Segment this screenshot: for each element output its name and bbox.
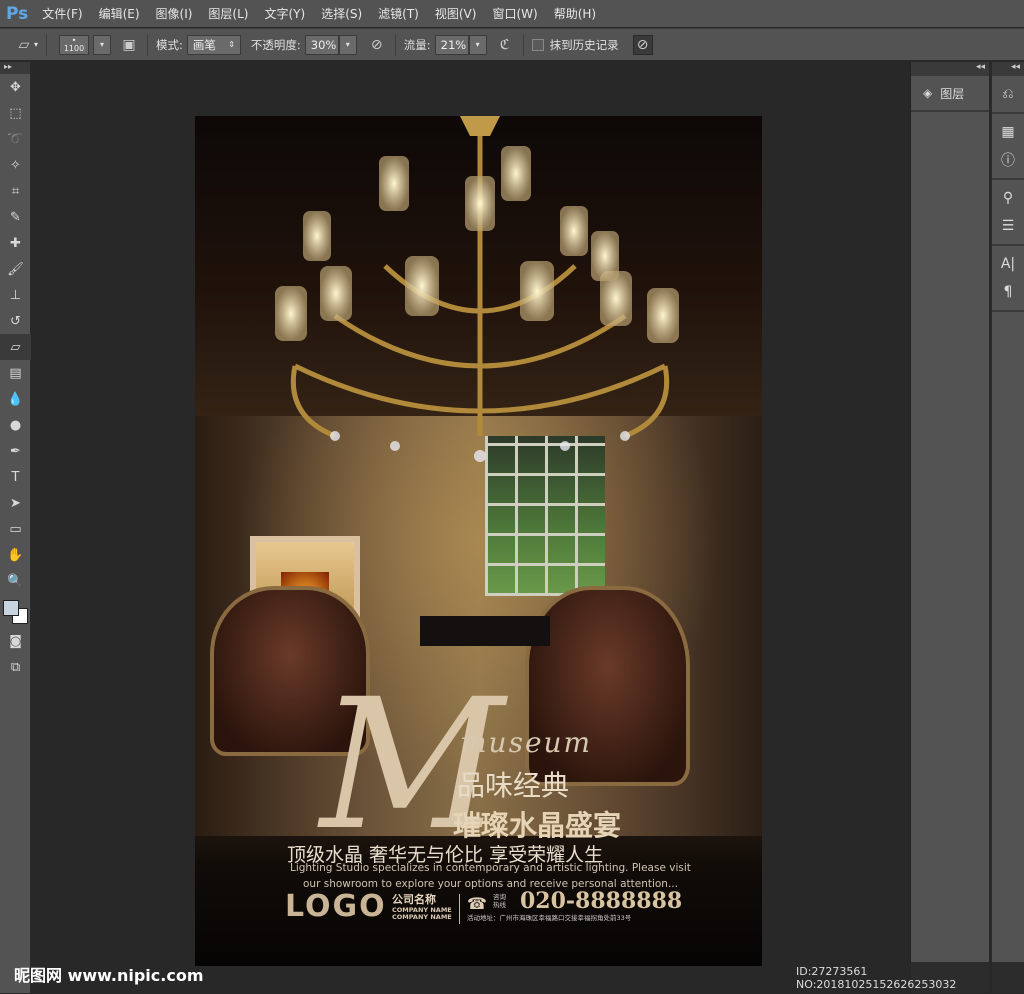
hotline-label: 咨询热线 (493, 893, 506, 909)
menu-type[interactable]: 文字(Y) (264, 5, 305, 22)
brush-icon[interactable]: 🖌 (0, 256, 31, 282)
layers-panel: ◂◂ ◈ 图层 (910, 62, 989, 993)
poster-museum: museum (460, 726, 593, 759)
watermark-site: 昵图网 www.nipic.com (14, 966, 204, 985)
menu-select[interactable]: 选择(S) (321, 5, 362, 22)
dodge-icon[interactable]: ● (0, 412, 31, 438)
pen-icon[interactable]: ✒ (0, 438, 31, 464)
menu-layer[interactable]: 图层(L) (208, 5, 248, 22)
brush-size-picker[interactable]: • 1100 (59, 34, 90, 55)
opacity-input[interactable]: 30% (304, 34, 339, 55)
poster-desc-1: Lighting Studio specializes in contempor… (290, 862, 691, 874)
menu-view[interactable]: 视图(V) (435, 5, 477, 22)
mode-label: 模式: (156, 37, 183, 52)
document-canvas[interactable]: M museum 品味经典 璀璨水晶盛宴 顶级水晶 奢华无与伦比 享受荣耀人生 … (195, 116, 762, 966)
flow-label: 流量: (403, 37, 431, 52)
quick-mask-icon[interactable]: ◙ (0, 628, 31, 654)
brush-dropdown[interactable]: ▾ (93, 34, 112, 55)
hand-icon[interactable]: ✋ (0, 542, 31, 568)
path-select-icon[interactable]: ➤ (0, 490, 31, 516)
company-name: 公司名称 COMPANY NAME COMPANY NAME (392, 893, 452, 921)
menu-edit[interactable]: 编辑(E) (99, 5, 140, 22)
zoom-icon[interactable]: 🔍 (0, 568, 31, 594)
brush-presets-icon[interactable]: ⚲ (992, 184, 1024, 212)
character-icon[interactable]: A| (992, 250, 1024, 278)
blur-icon[interactable]: 💧 (0, 386, 31, 412)
menu-file[interactable]: 文件(F) (42, 5, 82, 22)
opacity-dropdown[interactable]: ▾ (338, 34, 357, 55)
screen-mode-icon[interactable]: ⧉ (0, 654, 31, 680)
color-swatches[interactable] (0, 594, 30, 628)
crop-icon[interactable]: ⌗ (0, 178, 31, 204)
eraser-icon[interactable]: ▱ (14, 35, 34, 55)
menu-filter[interactable]: 滤镜(T) (378, 5, 419, 22)
mode-select[interactable]: 画笔 ⇕ (186, 34, 241, 55)
flow-input[interactable]: 21% (434, 34, 469, 55)
eyedropper-icon[interactable]: ✎ (0, 204, 31, 230)
phone-icon: ☎ (467, 894, 487, 913)
menu-image[interactable]: 图像(I) (156, 5, 193, 22)
address: 活动地址：广州市海珠区幸福路口交接幸福拐角处前33号 (467, 914, 632, 922)
magic-wand-icon[interactable]: ✧ (0, 152, 31, 178)
layers-icon: ◈ (923, 86, 933, 100)
info-icon[interactable]: ⓘ (992, 146, 1024, 174)
shape-icon[interactable]: ▭ (0, 516, 31, 542)
history-icon[interactable]: ⎌ (992, 80, 1024, 108)
collapse-icon[interactable]: ◂◂ (911, 62, 989, 76)
opacity-label: 不透明度: (250, 37, 301, 52)
lasso-icon[interactable]: ➰ (0, 126, 31, 152)
menu-window[interactable]: 窗口(W) (492, 5, 537, 22)
marquee-icon[interactable]: ⬚ (0, 100, 31, 126)
stamp-icon[interactable]: ⊥ (0, 282, 31, 308)
menu-bar: Ps 文件(F) 编辑(E) 图像(I) 图层(L) 文字(Y) 选择(S) 滤… (0, 0, 1024, 27)
brush-settings-icon[interactable]: ☰ (992, 212, 1024, 240)
collapse-icon[interactable]: ◂◂ (992, 62, 1024, 76)
properties-icon[interactable]: ▦ (992, 118, 1024, 146)
chandelier-image (275, 116, 679, 462)
phone-number: 020-8888888 (520, 888, 683, 914)
options-bar: ▱ ▾ • 1100 ▾ ▣ 模式: 画笔 ⇕ 不透明度: 30% ▾ ⊘ 流量: … (0, 28, 1024, 61)
gradient-icon[interactable]: ▤ (0, 360, 31, 386)
tools-panel: ▸▸ ✥ ⬚ ➰ ✧ ⌗ ✎ ✚ 🖌 ⊥ ↺ ▱ ▤ 💧 ● ✒ T ➤ ▭ ✋… (0, 62, 31, 993)
pressure-size-icon[interactable]: ⊘ (632, 34, 653, 55)
flow-dropdown[interactable]: ▾ (468, 34, 487, 55)
healing-icon[interactable]: ✚ (0, 230, 31, 256)
paragraph-icon[interactable]: ¶ (992, 278, 1024, 306)
erase-history-label: 抹到历史记录 (549, 37, 619, 52)
poster-title-2: 璀璨水晶盛宴 (453, 809, 622, 842)
menu-help[interactable]: 帮助(H) (554, 5, 596, 22)
type-icon[interactable]: T (0, 464, 31, 490)
eraser-icon[interactable]: ▱ (0, 334, 31, 360)
panel-icon-strip: ◂◂ ⎌ ▦ ⓘ ⚲ ☰ A| ¶ (990, 62, 1024, 993)
watermark-id: ID:27273561 NO:20181025152626253032 (790, 962, 1024, 994)
tool-preset-dropdown[interactable]: ▾ (34, 40, 38, 49)
poster-logo: LOGO (285, 889, 387, 924)
airbrush-icon[interactable]: ℭ (495, 35, 515, 55)
history-brush-icon[interactable]: ↺ (0, 308, 31, 334)
move-icon[interactable]: ✥ (0, 74, 31, 100)
brush-panel-icon[interactable]: ▣ (119, 35, 139, 55)
photoshop-logo: Ps (6, 3, 29, 24)
coffee-table (420, 616, 550, 646)
poster-title-1: 品味经典 (457, 769, 570, 802)
pressure-opacity-icon[interactable]: ⊘ (367, 35, 387, 55)
erase-history-checkbox[interactable] (531, 38, 544, 51)
layers-tab[interactable]: ◈ 图层 (911, 76, 989, 112)
